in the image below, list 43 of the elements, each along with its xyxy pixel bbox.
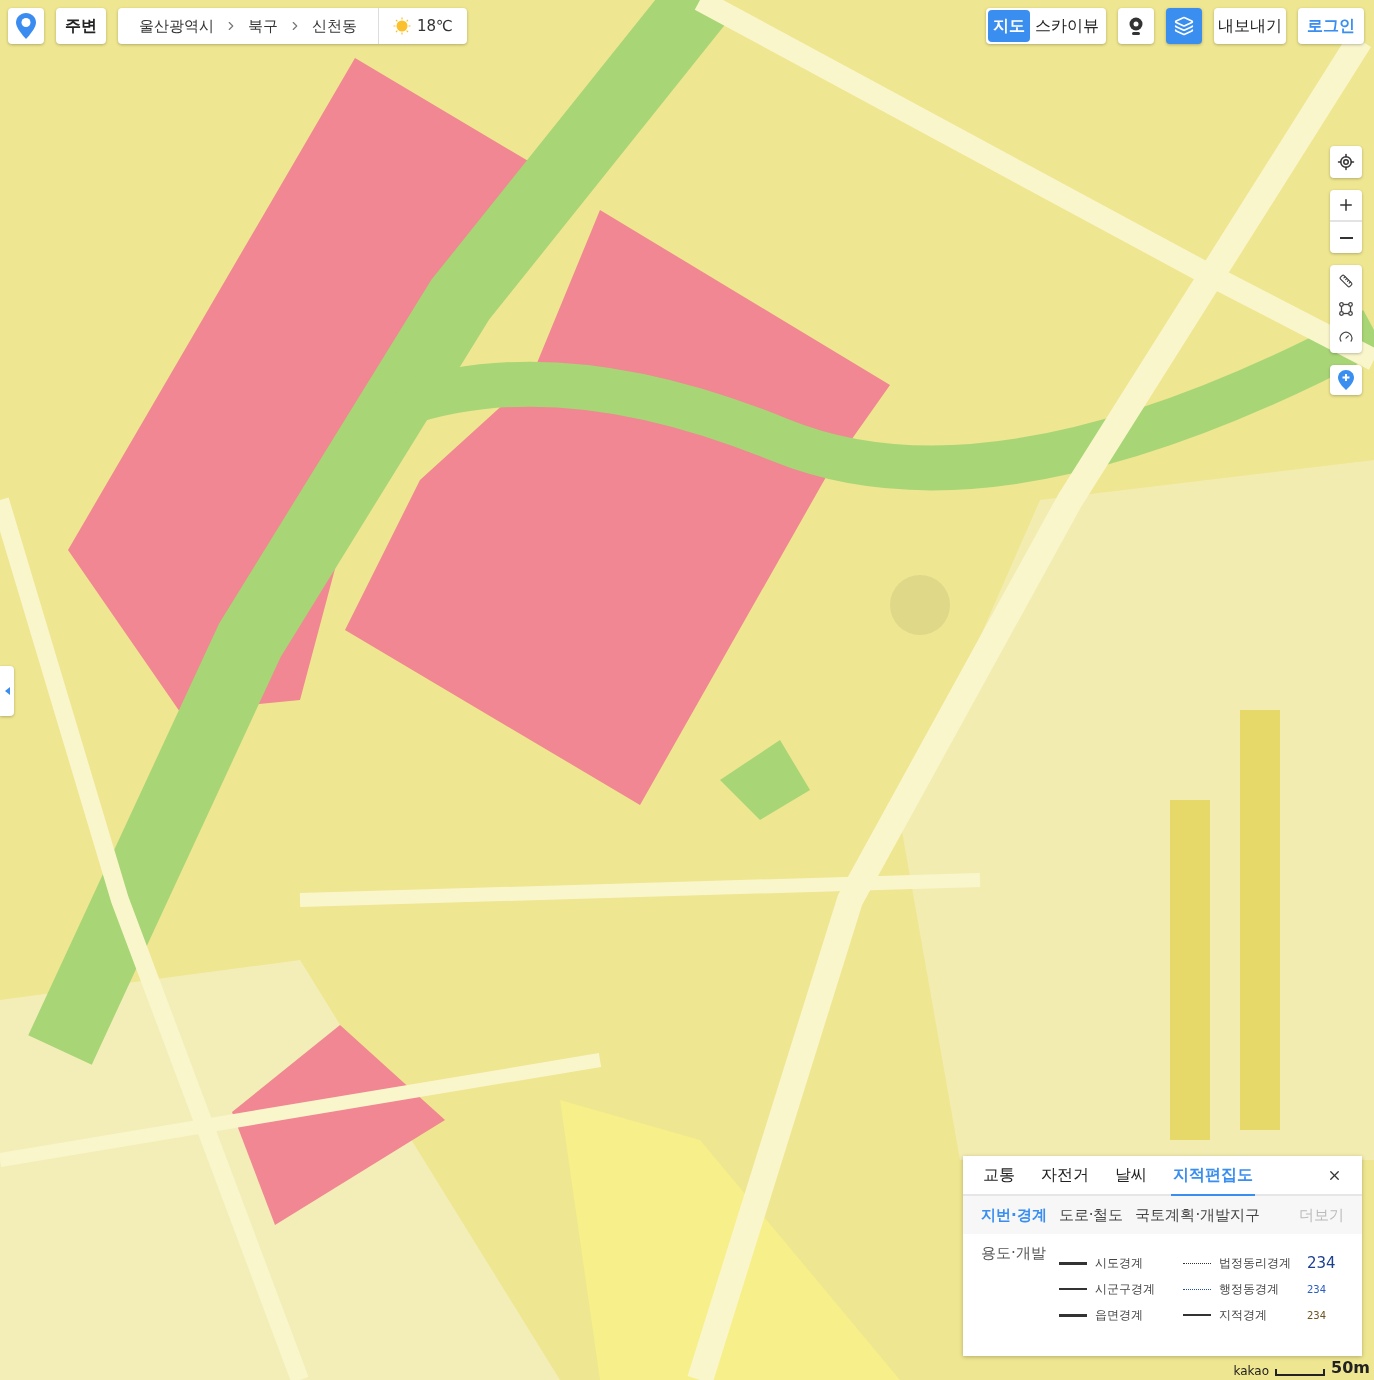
- brand-text: kakao: [1233, 1363, 1270, 1380]
- plus-icon: [1337, 196, 1355, 214]
- boundary-label: 시도경계: [1095, 1255, 1143, 1272]
- boundary-label: 행정동경계: [1219, 1281, 1279, 1298]
- temperature-text: 18℃: [417, 15, 453, 37]
- breadcrumb-link[interactable]: 울산광역시: [135, 14, 218, 38]
- pin-plus-icon: [1338, 370, 1354, 390]
- nearby-button[interactable]: 주변: [56, 8, 106, 44]
- export-button[interactable]: 내보내기: [1214, 8, 1286, 44]
- breadcrumb-link[interactable]: 북구: [244, 14, 282, 38]
- caret-icon: [4, 687, 10, 695]
- pin-icon: [16, 13, 36, 39]
- pin-icon: [1129, 17, 1143, 35]
- number-sample: 234: [1307, 1308, 1327, 1323]
- current-location-button[interactable]: [1330, 146, 1362, 178]
- add-place-button[interactable]: [1330, 365, 1362, 395]
- minus-icon: [1339, 236, 1353, 239]
- scale-bar: [1275, 1369, 1326, 1376]
- legend-subtab[interactable]: 도로·철도: [1058, 1203, 1124, 1227]
- roadview-button[interactable]: [1118, 8, 1154, 44]
- boundary-label: 시군구경계: [1095, 1281, 1155, 1298]
- number-sample: 234: [1307, 1252, 1336, 1274]
- locate-icon: [1337, 153, 1355, 171]
- number-sample: 234: [1307, 1282, 1327, 1297]
- legend-tab[interactable]: 자전거: [1039, 1156, 1091, 1196]
- layers-icon: [1174, 16, 1194, 36]
- location-button[interactable]: [8, 8, 44, 44]
- scale-text: 50m: [1331, 1357, 1370, 1379]
- legend-tab[interactable]: 교통: [981, 1156, 1017, 1196]
- boundary-label: 읍면경계: [1095, 1307, 1143, 1324]
- legend-subtab[interactable]: 국토계획·개발지구: [1135, 1203, 1261, 1227]
- map-type-tab[interactable]: 스카이뷰: [1030, 10, 1104, 42]
- layers-button[interactable]: [1166, 8, 1202, 44]
- legend-tab[interactable]: 날씨: [1113, 1156, 1149, 1196]
- boundary-label: 지적경계: [1219, 1307, 1267, 1324]
- section-title: 용도·개발: [981, 1243, 1047, 1264]
- breadcrumb-link[interactable]: 신천동: [308, 14, 361, 38]
- boundary-label: 법정동리경계: [1219, 1255, 1291, 1272]
- gauge-icon: [1339, 330, 1353, 344]
- ruler-icon: [1339, 274, 1353, 288]
- sun-icon: [393, 17, 411, 35]
- square-nodes-icon: [1339, 302, 1353, 316]
- panel-toggle-button[interactable]: [0, 666, 14, 716]
